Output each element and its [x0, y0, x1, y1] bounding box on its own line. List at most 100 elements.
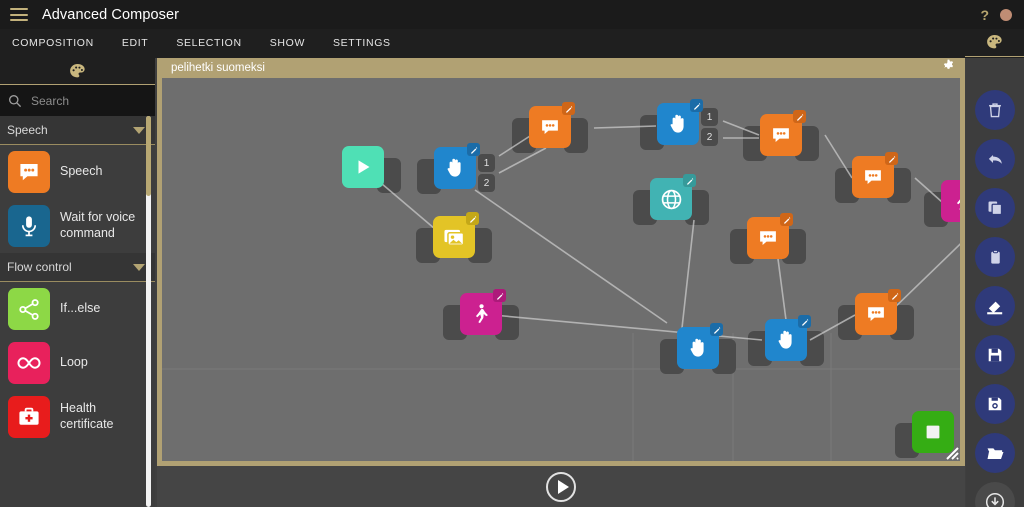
- walk-node-2[interactable]: [443, 289, 519, 340]
- help-icon[interactable]: ?: [980, 8, 989, 22]
- node-outport-1[interactable]: 1: [701, 108, 718, 126]
- speech-bubble-icon: [865, 170, 881, 185]
- avatar[interactable]: [1000, 8, 1012, 21]
- sidebar-item-wait-for-voice-command[interactable]: Wait for voice command: [0, 199, 155, 253]
- wait-node-box[interactable]: [765, 315, 811, 361]
- speech-node-4[interactable]: [730, 213, 806, 264]
- speech-node-box[interactable]: [529, 102, 575, 148]
- sidebar-group-label: Flow control: [7, 260, 72, 274]
- speech-node-box[interactable]: [747, 213, 793, 259]
- menu-item-settings[interactable]: SETTINGS: [319, 29, 405, 58]
- clear-button[interactable]: [975, 286, 1015, 326]
- sidebar-item-if-else[interactable]: If...else: [0, 282, 155, 336]
- wait-node-3[interactable]: [660, 323, 736, 374]
- toolbar-palette-button[interactable]: [965, 29, 1024, 57]
- undo-button[interactable]: [975, 139, 1015, 179]
- speech-node-2[interactable]: [743, 110, 819, 161]
- save-as-button[interactable]: [975, 384, 1015, 424]
- node-edit-badge[interactable]: [780, 213, 793, 226]
- speech-node-box[interactable]: [760, 110, 806, 156]
- edit-icon: [565, 105, 572, 113]
- hamburger-icon[interactable]: [10, 8, 28, 21]
- image-icon: [444, 229, 465, 246]
- edit-icon: [469, 215, 476, 223]
- node-edit-badge[interactable]: [562, 102, 575, 115]
- microphone-icon: [8, 205, 50, 247]
- walk-node-box[interactable]: [941, 180, 960, 222]
- sidebar-item-label: Wait for voice command: [60, 210, 136, 240]
- sidebar-group-flow-control[interactable]: Flow control: [0, 253, 155, 282]
- node-edit-badge[interactable]: [493, 289, 506, 302]
- sidebar-item-health-certificate[interactable]: Health certificate: [0, 390, 155, 444]
- start-node-box[interactable]: [342, 146, 384, 188]
- sidebar-palette-button[interactable]: [0, 58, 155, 85]
- node-edit-badge[interactable]: [466, 212, 479, 225]
- speech-bubble-icon: [8, 151, 50, 193]
- app-root: Advanced Composer ? COMPOSITION EDIT SEL…: [0, 0, 1024, 507]
- menu-item-selection[interactable]: SELECTION: [162, 29, 255, 58]
- stop-node[interactable]: [895, 411, 954, 458]
- globe-node[interactable]: [633, 174, 709, 225]
- copy-button[interactable]: [975, 188, 1015, 228]
- bottom-bar: [157, 466, 965, 507]
- speech-bubble-icon: [868, 307, 884, 322]
- speech-node-5[interactable]: [838, 289, 914, 340]
- palette-icon: [70, 63, 85, 77]
- node-canvas[interactable]: 1 2 1 2: [162, 78, 960, 461]
- node-outport-2[interactable]: 2: [478, 174, 495, 192]
- node-outport-2[interactable]: 2: [701, 128, 718, 146]
- canvas-settings-button[interactable]: [942, 59, 955, 77]
- sidebar-scrollbar-thumb[interactable]: [146, 116, 151, 196]
- folder-open-icon: [987, 447, 1003, 459]
- node-edit-badge[interactable]: [888, 289, 901, 302]
- menu-item-edit[interactable]: EDIT: [108, 29, 163, 58]
- wait-node-1[interactable]: 1 2: [417, 143, 495, 194]
- node-outport-1[interactable]: 1: [478, 154, 495, 172]
- menu-item-composition[interactable]: COMPOSITION: [0, 29, 108, 58]
- image-node-box[interactable]: [433, 212, 479, 258]
- globe-node-box[interactable]: [650, 174, 696, 220]
- wait-node-box[interactable]: [677, 323, 723, 369]
- edit-icon: [796, 113, 803, 121]
- edit-icon: [713, 326, 720, 334]
- open-button[interactable]: [975, 433, 1015, 473]
- edit-icon: [693, 102, 700, 110]
- start-node[interactable]: [342, 146, 401, 193]
- wait-node-box[interactable]: [657, 99, 703, 145]
- node-edit-badge[interactable]: [885, 152, 898, 165]
- wait-node-2[interactable]: 1 2: [640, 99, 718, 150]
- node-edit-badge[interactable]: [467, 143, 480, 156]
- menu-item-show[interactable]: SHOW: [256, 29, 319, 58]
- node-edit-badge[interactable]: [690, 99, 703, 112]
- hand-icon: [670, 114, 684, 133]
- sidebar-item-speech[interactable]: Speech: [0, 145, 155, 199]
- save-button[interactable]: [975, 335, 1015, 375]
- wait-node-4[interactable]: [748, 315, 824, 366]
- paste-button[interactable]: [975, 237, 1015, 277]
- chevron-down-icon: [133, 126, 145, 134]
- sidebar-group-speech[interactable]: Speech: [0, 116, 155, 145]
- node-edit-badge[interactable]: [710, 323, 723, 336]
- search-input[interactable]: [31, 93, 141, 108]
- sidebar-scrollbar[interactable]: [146, 116, 151, 507]
- speech-node-box[interactable]: [855, 289, 901, 335]
- node-edit-badge[interactable]: [793, 110, 806, 123]
- run-button[interactable]: [546, 471, 576, 502]
- node-edit-badge[interactable]: [683, 174, 696, 187]
- speech-node-1[interactable]: [512, 102, 588, 153]
- stop-node-box[interactable]: [912, 411, 954, 453]
- delete-button[interactable]: [975, 90, 1015, 130]
- search-bar[interactable]: [0, 85, 155, 116]
- image-node[interactable]: [416, 212, 492, 263]
- walk-node-1[interactable]: [924, 180, 960, 227]
- walk-node-box[interactable]: [460, 289, 506, 335]
- wait-node-box[interactable]: [434, 143, 480, 189]
- node-edit-badge[interactable]: [798, 315, 811, 328]
- speech-node-3[interactable]: [835, 152, 911, 203]
- download-button[interactable]: [975, 482, 1015, 507]
- undo-arrow-icon: [988, 154, 1002, 164]
- right-toolbar: [965, 29, 1024, 507]
- copy-icon: [988, 201, 1003, 216]
- sidebar-item-loop[interactable]: Loop: [0, 336, 155, 390]
- speech-node-box[interactable]: [852, 152, 898, 198]
